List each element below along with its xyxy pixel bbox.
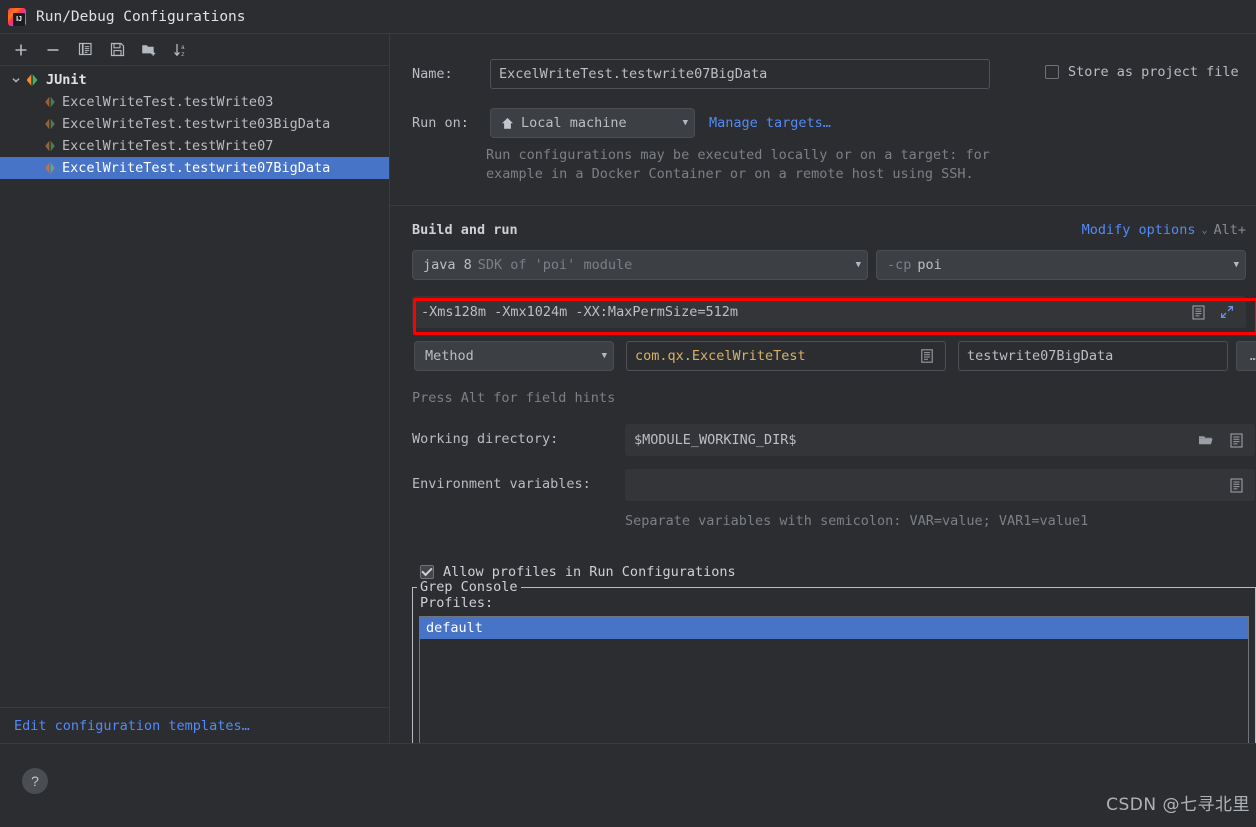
store-as-project-file-checkbox[interactable] xyxy=(1045,65,1059,79)
run-on-hint: Run configurations may be executed local… xyxy=(486,146,990,184)
store-as-project-file-label: Store as project file xyxy=(1068,64,1239,80)
environment-variables-label: Environment variables: xyxy=(412,476,591,492)
grep-console-group-top-border xyxy=(412,587,1256,588)
field-hints-text: Press Alt for field hints xyxy=(412,390,616,406)
sidebar-toolbar: a z xyxy=(0,34,389,66)
section-divider xyxy=(390,205,1256,206)
chevron-down-icon[interactable] xyxy=(8,75,24,85)
run-on-label: Run on: xyxy=(412,115,469,131)
tree-item-label: ExcelWriteTest.testwrite07BigData xyxy=(62,160,331,176)
test-class-input[interactable]: com.qx.ExcelWriteTest xyxy=(626,341,946,371)
edit-configuration-templates-label: Edit configuration templates… xyxy=(14,717,250,734)
modify-options-shortcut: Alt+ xyxy=(1213,222,1246,238)
modify-options-link[interactable]: Modify options xyxy=(1082,222,1196,238)
test-kind-value: Method xyxy=(425,348,474,364)
class-chooser-icon[interactable] xyxy=(917,346,937,366)
folder-browse-icon[interactable] xyxy=(1196,430,1216,450)
profiles-list-item-selected[interactable]: default xyxy=(420,617,1248,639)
remove-configuration-button[interactable] xyxy=(42,39,64,61)
junit-icon xyxy=(42,116,58,132)
svg-text:z: z xyxy=(181,51,185,58)
classpath-prefix: -cp xyxy=(887,257,912,273)
working-directory-input[interactable]: $MODULE_WORKING_DIR$ xyxy=(625,424,1255,456)
tree-item-3-selected[interactable]: ExcelWriteTest.testwrite07BigData xyxy=(0,157,389,179)
tree-item-1[interactable]: ExcelWriteTest.testwrite03BigData xyxy=(0,113,389,135)
run-on-hint-line-2: example in a Docker Container or on a re… xyxy=(486,166,974,182)
configurations-sidebar: a z JUnit ExcelWriteTest.testWrite03 Exc… xyxy=(0,34,390,743)
help-button[interactable]: ? xyxy=(22,768,48,794)
junit-icon xyxy=(42,138,58,154)
grep-console-group-title: Grep Console xyxy=(417,579,521,595)
vm-options-input[interactable]: -Xms128m -Xmx1024m -XX:MaxPermSize=512m xyxy=(412,296,1246,328)
profiles-list[interactable]: default xyxy=(419,616,1249,743)
classpath-value: poi xyxy=(917,257,942,273)
jre-value: java 8 xyxy=(423,257,472,273)
edit-configuration-templates-link[interactable]: Edit configuration templates… xyxy=(0,707,390,743)
junit-icon xyxy=(24,72,40,88)
intellij-idea-logo-icon xyxy=(8,7,26,26)
chevron-down-icon: ▼ xyxy=(601,351,607,361)
chevron-down-icon: ▼ xyxy=(1233,260,1239,270)
svg-text:a: a xyxy=(181,44,185,51)
test-method-input[interactable]: testwrite07BigData xyxy=(958,341,1228,371)
manage-targets-link[interactable]: Manage targets… xyxy=(709,115,831,131)
save-configuration-button[interactable] xyxy=(106,39,128,61)
tree-group-label: JUnit xyxy=(46,72,87,88)
test-class-value: com.qx.ExcelWriteTest xyxy=(635,348,806,364)
window-title: Run/Debug Configurations xyxy=(36,8,246,25)
copy-configuration-button[interactable] xyxy=(74,39,96,61)
home-icon xyxy=(501,117,514,130)
run-on-hint-line-1: Run configurations may be executed local… xyxy=(486,147,990,163)
tree-item-label: ExcelWriteTest.testWrite03 xyxy=(62,94,274,110)
allow-profiles-checkbox[interactable] xyxy=(420,565,434,579)
working-directory-label: Working directory: xyxy=(412,431,559,447)
configuration-editor-panel: Name: ExcelWriteTest.testwrite07BigData … xyxy=(390,34,1256,743)
expand-editor-icon[interactable] xyxy=(1188,302,1208,322)
sort-configurations-button[interactable]: a z xyxy=(170,39,192,61)
store-as-project-file-row[interactable]: Store as project file xyxy=(1045,64,1239,80)
name-row: Name: ExcelWriteTest.testwrite07BigData xyxy=(412,59,990,89)
title-bar: Run/Debug Configurations xyxy=(0,0,1256,34)
dialog-footer: ? OK Cancel Apply xyxy=(0,743,1256,827)
profiles-label: Profiles: xyxy=(420,595,494,611)
test-method-browse-label: … xyxy=(1250,348,1256,364)
new-folder-button[interactable] xyxy=(138,39,160,61)
run-debug-configurations-dialog: Run/Debug Configurations xyxy=(0,0,1256,827)
chevron-down-icon: ▼ xyxy=(855,260,861,270)
vm-options-value: -Xms128m -Xmx1024m -XX:MaxPermSize=512m xyxy=(421,304,738,320)
environment-variables-hint: Separate variables with semicolon: VAR=v… xyxy=(625,513,1089,529)
tree-item-label: ExcelWriteTest.testwrite03BigData xyxy=(62,116,331,132)
name-input-value: ExcelWriteTest.testwrite07BigData xyxy=(499,66,768,82)
expand-diagonal-icon[interactable] xyxy=(1217,302,1237,322)
name-label: Name: xyxy=(412,66,453,82)
jre-combo[interactable]: java 8 SDK of 'poi' module ▼ xyxy=(412,250,868,280)
macro-list-icon[interactable] xyxy=(1226,430,1246,450)
run-on-row: Run on: Local machine ▼ Manage targets… xyxy=(412,108,831,138)
chevron-down-icon[interactable]: ⌄ xyxy=(1201,225,1207,236)
chevron-down-icon: ▼ xyxy=(682,118,688,128)
allow-profiles-row[interactable]: Allow profiles in Run Configurations xyxy=(420,564,736,580)
name-input[interactable]: ExcelWriteTest.testwrite07BigData xyxy=(490,59,990,89)
classpath-combo[interactable]: -cp poi ▼ xyxy=(876,250,1246,280)
env-vars-editor-icon[interactable] xyxy=(1226,475,1246,495)
test-kind-combo[interactable]: Method ▼ xyxy=(414,341,614,371)
configurations-tree: JUnit ExcelWriteTest.testWrite03 ExcelWr… xyxy=(0,66,389,179)
working-directory-value: $MODULE_WORKING_DIR$ xyxy=(634,432,797,448)
run-on-target-value: Local machine xyxy=(521,115,627,131)
tree-item-label: ExcelWriteTest.testWrite07 xyxy=(62,138,274,154)
test-method-value: testwrite07BigData xyxy=(967,348,1114,364)
tree-group-junit[interactable]: JUnit xyxy=(0,69,389,91)
tree-item-0[interactable]: ExcelWriteTest.testWrite03 xyxy=(0,91,389,113)
build-and-run-heading: Build and run xyxy=(412,222,518,238)
jre-value-detail: SDK of 'poi' module xyxy=(477,257,633,273)
environment-variables-input[interactable] xyxy=(625,469,1255,501)
tree-item-2[interactable]: ExcelWriteTest.testWrite07 xyxy=(0,135,389,157)
run-on-target-combo[interactable]: Local machine ▼ xyxy=(490,108,695,138)
add-configuration-button[interactable] xyxy=(10,39,32,61)
allow-profiles-label: Allow profiles in Run Configurations xyxy=(443,564,736,580)
junit-icon xyxy=(42,160,58,176)
junit-icon xyxy=(42,94,58,110)
modify-options-row[interactable]: Modify options ⌄ Alt+ xyxy=(1082,222,1246,238)
test-method-browse-button[interactable]: … xyxy=(1236,341,1256,371)
